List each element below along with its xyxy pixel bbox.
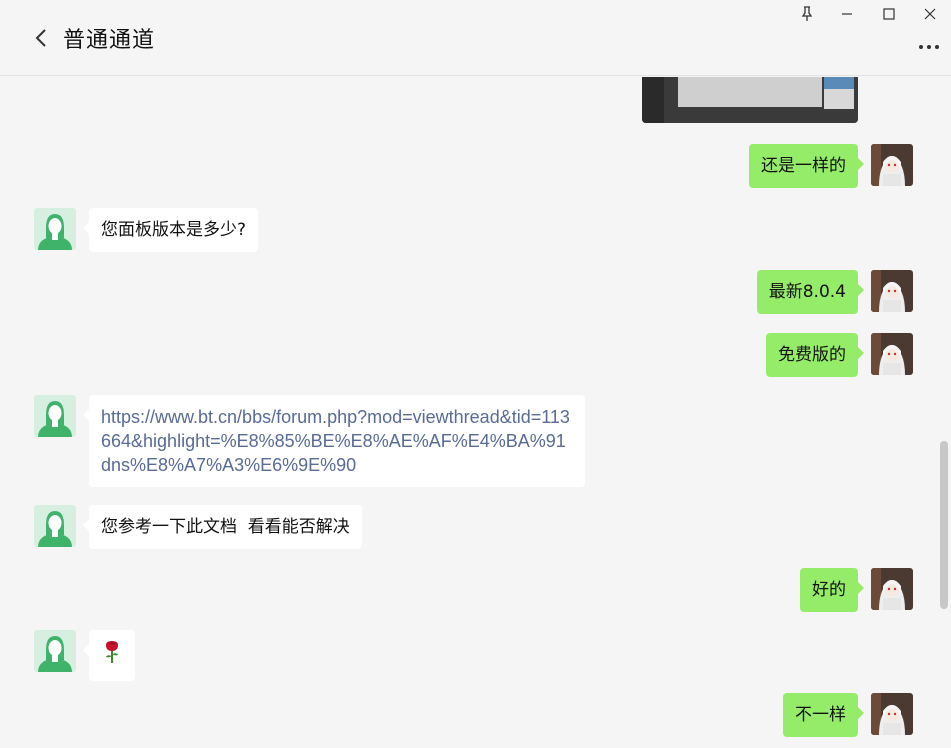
message-bubble[interactable]: 最新8.0.4: [756, 270, 865, 314]
contact-avatar[interactable]: [34, 630, 76, 672]
contact-avatar[interactable]: [34, 208, 76, 250]
link-message[interactable]: https://www.bt.cn/bbs/forum.php?mod=view…: [83, 395, 585, 487]
anime-girl-avatar-icon: [871, 333, 913, 375]
chat-scrollbar[interactable]: [940, 441, 948, 609]
more-button[interactable]: [917, 38, 941, 56]
message-bubble[interactable]: 还是一样的: [749, 144, 864, 188]
minimize-icon: [842, 13, 852, 15]
message-bubble[interactable]: 好的: [800, 568, 864, 612]
message-bubble[interactable]: 您参考一下此文档 看看能否解决: [83, 505, 362, 549]
self-avatar[interactable]: [871, 693, 913, 735]
message-row-other: 您参考一下此文档 看看能否解决: [34, 505, 362, 549]
minimize-button[interactable]: [837, 4, 857, 24]
message-list[interactable]: 还是一样的 您面板版本是多少? 最新8.0.4 免费版的 https://www…: [0, 77, 951, 748]
message-bubble[interactable]: 免费版的: [766, 333, 864, 377]
rose-icon: [106, 641, 118, 663]
screenshot-thumbnail: [642, 77, 858, 123]
anime-girl-avatar-icon: [871, 693, 913, 735]
user-avatar-icon: [34, 208, 76, 250]
message-row-self: 最新8.0.4: [756, 270, 913, 314]
contact-avatar[interactable]: [34, 395, 76, 437]
more-dots-icon: [919, 45, 939, 49]
user-avatar-icon: [34, 630, 76, 672]
message-row-self: 好的: [800, 568, 913, 612]
message-row-self: 不一样: [783, 693, 913, 737]
close-icon: [924, 8, 936, 20]
message-bubble[interactable]: 您面板版本是多少?: [82, 208, 259, 252]
close-button[interactable]: [920, 4, 940, 24]
emoji-message[interactable]: [83, 630, 135, 681]
maximize-button[interactable]: [879, 4, 899, 24]
chat-title: 普通通道: [63, 28, 156, 53]
pin-button[interactable]: [797, 4, 817, 24]
anime-girl-avatar-icon: [871, 144, 913, 186]
user-avatar-icon: [34, 505, 76, 547]
message-row-self: 免费版的: [766, 333, 913, 377]
back-button[interactable]: [30, 26, 52, 50]
self-avatar[interactable]: [871, 270, 913, 312]
contact-avatar[interactable]: [34, 505, 76, 547]
pin-icon: [801, 6, 813, 21]
self-avatar[interactable]: [871, 333, 913, 375]
anime-girl-avatar-icon: [871, 568, 913, 610]
self-avatar[interactable]: [871, 144, 913, 186]
image-message[interactable]: [642, 77, 858, 123]
chevron-left-icon: [35, 29, 46, 47]
anime-girl-avatar-icon: [871, 270, 913, 312]
message-row-other: https://www.bt.cn/bbs/forum.php?mod=view…: [34, 395, 585, 487]
message-bubble[interactable]: 不一样: [783, 693, 864, 737]
user-avatar-icon: [34, 395, 76, 437]
message-row-other: 您面板版本是多少?: [34, 208, 259, 252]
chat-header: 普通通道: [0, 0, 951, 76]
message-row-self: 还是一样的: [749, 144, 913, 188]
message-row-other: [34, 630, 135, 681]
self-avatar[interactable]: [871, 568, 913, 610]
maximize-icon: [883, 8, 895, 20]
